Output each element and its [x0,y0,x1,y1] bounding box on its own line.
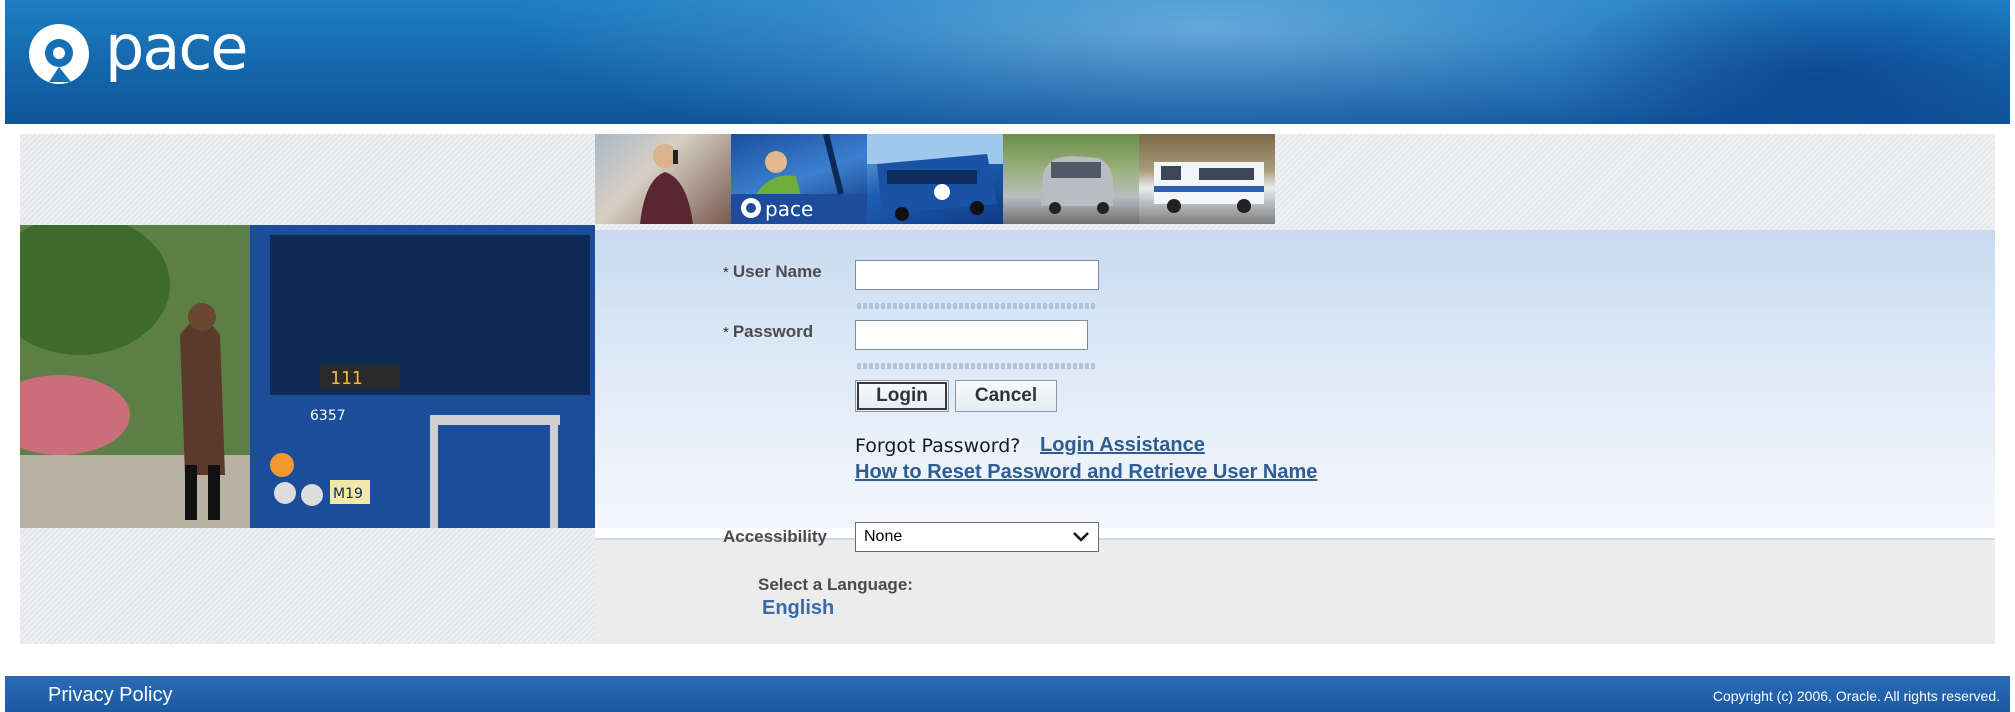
page-footer: Privacy Policy Copyright (c) 2006, Oracl… [5,676,2010,712]
accessibility-label: Accessibility [723,527,827,546]
username-label-text: User Name [732,262,822,281]
reset-password-link[interactable]: How to Reset Password and Retrieve User … [855,461,1317,484]
blue-bus-photo [867,134,1003,224]
page-header: pace [5,0,2010,124]
chevron-down-icon [1073,532,1089,542]
hero-route-sign: 111 [330,368,363,389]
pace-logo-icon [29,24,89,84]
spellcheck-underline [857,363,1097,369]
password-input[interactable] [855,320,1088,350]
paratransit-van-photo [1139,134,1275,224]
username-label: * User Name [723,262,822,282]
pace-logo: pace [27,17,249,86]
login-assistance-link[interactable]: Login Assistance [1040,434,1205,457]
photo-strip: pace [595,134,1275,224]
photo-pace-text: pace [765,197,813,221]
accessibility-selected-value: None [864,528,903,545]
required-marker: * [723,324,729,341]
accessibility-select[interactable]: None [855,522,1099,552]
password-label-text: Password [732,322,814,341]
forgot-password-text: Forgot Password? [855,435,1021,457]
silver-minivan-photo [1003,134,1139,224]
required-marker: * [723,264,729,281]
woman-boarding-bus-photo: 111 6357 M19 [20,225,595,528]
pace-logo-text: pace [105,11,249,84]
password-label: * Password [723,322,813,342]
english-language-link[interactable]: English [762,597,834,620]
spellcheck-underline [857,303,1097,309]
copyright-text: Copyright (c) 2006, Oracle. All rights r… [1712,688,2000,704]
select-language-label: Select a Language: [758,575,913,594]
login-button[interactable]: Login [855,380,949,412]
privacy-policy-link[interactable]: Privacy Policy [48,684,172,707]
username-input[interactable] [855,260,1099,290]
cancel-button[interactable]: Cancel [955,380,1057,412]
driver-in-bus-photo: pace [731,134,867,224]
hero-bus-number: 6357 [310,408,346,424]
hero-plate: M19 [333,486,363,502]
woman-on-phone-photo [595,134,731,224]
